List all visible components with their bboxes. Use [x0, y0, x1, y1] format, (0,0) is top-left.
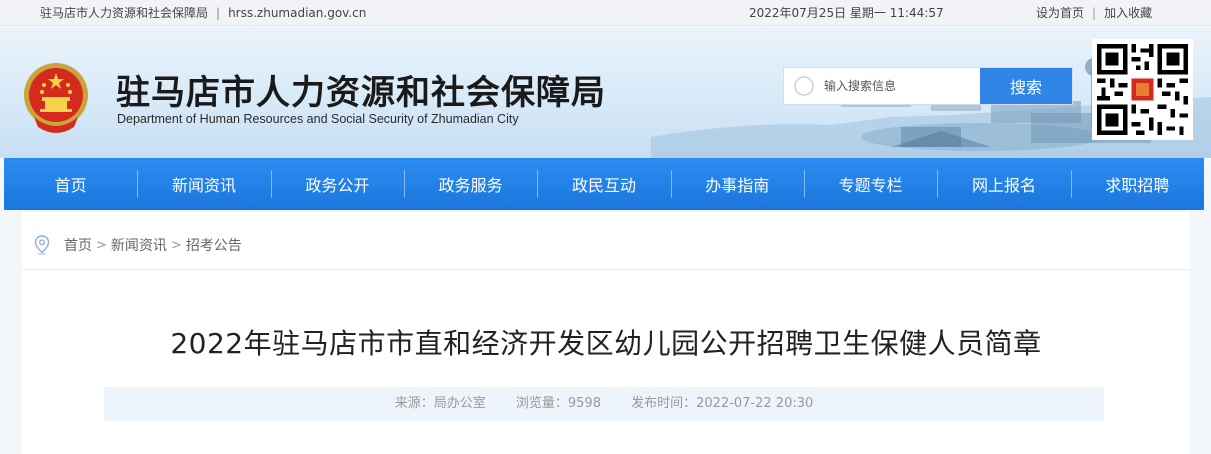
site-name: 驻马店市人力资源和社会保障局 — [40, 6, 209, 20]
breadcrumb-home[interactable]: 首页 — [64, 235, 92, 255]
breadcrumb-news[interactable]: 新闻资讯 — [111, 235, 167, 255]
article-title: 2022年驻马店市市直和经济开发区幼儿园公开招聘卫生保健人员简章 — [170, 327, 1042, 360]
chevron-right-icon: > — [170, 237, 182, 253]
separator: | — [1092, 6, 1097, 20]
nav-item-special-topics[interactable]: 专题专栏 — [803, 158, 937, 210]
search-button[interactable]: 搜索 — [980, 68, 1072, 104]
article-views: 浏览量：9598 — [515, 396, 601, 411]
divider — [22, 269, 1190, 270]
org-title: 驻马店市人力资源和社会保障局 — [116, 73, 606, 113]
breadcrumb: 首页 > 新闻资讯 > 招考公告 — [34, 232, 242, 258]
chevron-right-icon: > — [96, 237, 107, 253]
org-subtitle: Department of Human Resources and Social… — [117, 112, 519, 126]
site-domain: hrss.zhumadian.gov.cn — [228, 6, 367, 20]
location-pin-icon — [34, 235, 50, 255]
article-published-time: 发布时间：2022-07-22 20:30 — [631, 396, 814, 411]
nav-item-gov-affairs-open[interactable]: 政务公开 — [270, 158, 404, 210]
national-emblem-icon — [24, 63, 88, 133]
main-nav: 首页 新闻资讯 政务公开 政务服务 政民互动 办事指南 专题专栏 网上报名 求职… — [4, 158, 1204, 210]
qr-code-image — [1092, 39, 1193, 140]
site-header: 驻马店市人力资源和社会保障局 Department of Human Resou… — [0, 27, 1211, 158]
top-bar: 驻马店市人力资源和社会保障局 | hrss.zhumadian.gov.cn 202… — [0, 0, 1211, 26]
nav-item-interaction[interactable]: 政民互动 — [537, 158, 670, 210]
top-links: 设为首页 | 加入收藏 — [1036, 0, 1152, 26]
top-site-info: 驻马店市人力资源和社会保障局 | hrss.zhumadian.gov.cn — [40, 0, 366, 26]
nav-item-home[interactable]: 首页 — [4, 158, 137, 210]
article-source: 来源：局办公室 — [394, 396, 486, 411]
search-input[interactable] — [824, 68, 980, 104]
search-icon — [784, 68, 824, 104]
separator: | — [216, 6, 221, 20]
set-homepage-link[interactable]: 设为首页 — [1036, 6, 1084, 20]
main-content: 首页 > 新闻资讯 > 招考公告 2022年驻马店市市直和经济开发区幼儿园公开招… — [22, 212, 1190, 454]
article-meta: 来源：局办公室 浏览量：9598 发布时间：2022-07-22 20:30 — [104, 387, 1104, 421]
breadcrumb-exam-notices[interactable]: 招考公告 — [186, 235, 242, 255]
nav-item-gov-services[interactable]: 政务服务 — [403, 158, 537, 210]
nav-item-online-registration[interactable]: 网上报名 — [937, 158, 1070, 210]
search-bar: 搜索 — [783, 67, 1073, 105]
nav-item-job-recruitment[interactable]: 求职招聘 — [1070, 158, 1204, 210]
nav-item-guide[interactable]: 办事指南 — [670, 158, 804, 210]
add-favorite-link[interactable]: 加入收藏 — [1104, 6, 1152, 20]
nav-item-news[interactable]: 新闻资讯 — [137, 158, 270, 210]
current-datetime: 2022年07月25日 星期一 11:44:57 — [749, 6, 944, 20]
